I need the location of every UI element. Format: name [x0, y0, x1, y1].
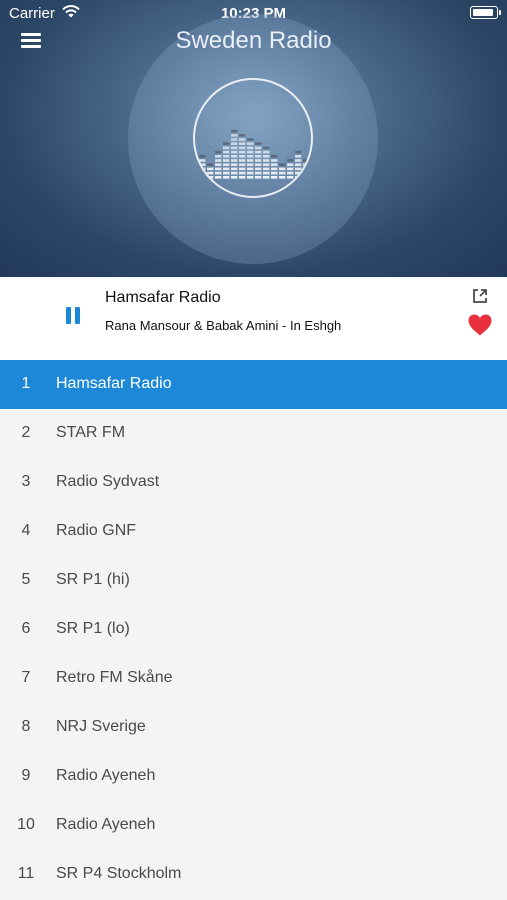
- station-name: Hamsafar Radio: [56, 375, 172, 392]
- pause-icon[interactable]: [66, 307, 82, 324]
- share-icon[interactable]: [471, 287, 489, 305]
- station-number: 1: [21, 375, 31, 392]
- station-name: SR P1 (hi): [56, 571, 130, 588]
- station-name: STAR FM: [56, 424, 126, 441]
- station-number: 10: [17, 816, 35, 833]
- station-number: 2: [21, 424, 31, 441]
- station-row[interactable]: 6 SR P1 (lo): [0, 605, 507, 654]
- station-row[interactable]: 8 NRJ Sverige: [0, 703, 507, 752]
- station-row[interactable]: 10 Radio Ayeneh: [0, 801, 507, 850]
- station-number: 6: [21, 620, 31, 637]
- station-name: Radio Sydvast: [56, 473, 160, 490]
- station-row[interactable]: 7 Retro FM Skåne: [0, 654, 507, 703]
- station-name: SR P4 Stockholm: [56, 865, 182, 882]
- station-list: 1 Hamsafar Radio 2 STAR FM 3 Radio Sydvast 4 Ra…: [0, 360, 507, 899]
- battery-icon: [470, 6, 501, 19]
- header: Carrier 10:23 PM Sweden Radio: [0, 0, 507, 277]
- equalizer-logo-icon: [193, 78, 313, 198]
- station-number: 5: [21, 571, 31, 588]
- station-row[interactable]: 9 Radio Ayeneh: [0, 752, 507, 801]
- station-name: Retro FM Skåne: [56, 669, 173, 686]
- station-row[interactable]: 1 Hamsafar Radio: [0, 360, 507, 409]
- page-title: Sweden Radio: [175, 27, 332, 54]
- station-row[interactable]: 4 Radio GNF: [0, 507, 507, 556]
- station-row[interactable]: 2 STAR FM: [0, 409, 507, 458]
- station-number: 8: [21, 718, 31, 735]
- station-name: SR P1 (lo): [56, 620, 130, 637]
- station-number: 9: [21, 767, 31, 784]
- station-name: Radio Ayeneh: [56, 767, 156, 784]
- station-row[interactable]: 11 SR P4 Stockholm: [0, 850, 507, 899]
- heart-icon[interactable]: [467, 313, 493, 337]
- station-row[interactable]: 5 SR P1 (hi): [0, 556, 507, 605]
- station-name: Radio GNF: [56, 522, 137, 539]
- station-name: Radio Ayeneh: [56, 816, 156, 833]
- station-name: NRJ Sverige: [56, 718, 146, 735]
- station-number: 3: [21, 473, 31, 490]
- now-playing-subtitle: Rana Mansour & Babak Amini - In Eshgh: [105, 318, 342, 333]
- station-row[interactable]: 3 Radio Sydvast: [0, 458, 507, 507]
- station-number: 4: [21, 522, 31, 539]
- now-playing-title: Hamsafar Radio: [105, 289, 221, 306]
- station-number: 11: [17, 865, 35, 882]
- station-number: 7: [21, 669, 31, 686]
